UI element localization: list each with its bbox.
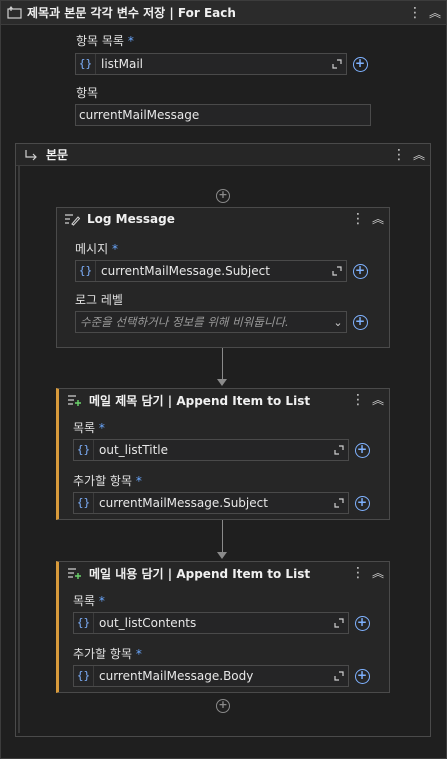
- add-variable-button[interactable]: +: [351, 665, 373, 687]
- append-title-collapse-icon[interactable]: ︽: [367, 394, 389, 406]
- brace-icon: {}: [74, 440, 94, 460]
- list-label-text: 목록: [73, 594, 96, 608]
- log-message-collapse-icon[interactable]: ︽: [367, 213, 389, 225]
- connector-line: [222, 348, 223, 379]
- append-contents-more-icon[interactable]: ⋮: [349, 566, 367, 580]
- brace-icon: {}: [74, 666, 94, 686]
- append-contents-list-value[interactable]: out_listContents: [94, 616, 330, 630]
- log-level-placeholder: 수준을 선택하거나 정보를 위해 비워둡니다.: [80, 315, 289, 329]
- body-more-icon[interactable]: ⋮: [390, 148, 408, 162]
- list-label-text: 목록: [73, 421, 96, 435]
- required-marker: *: [98, 421, 105, 435]
- append-contents-header[interactable]: 메일 내용 담기 | Append Item to List ⋮ ︽: [59, 562, 389, 584]
- foreach-more-icon[interactable]: ⋮: [406, 6, 424, 20]
- brace-icon: {}: [74, 613, 94, 633]
- append-contents-item-field[interactable]: {} currentMailMessage.Body: [73, 665, 349, 687]
- append-contents-title: 메일 내용 담기 | Append Item to List: [89, 566, 311, 581]
- append-contents-item-value[interactable]: currentMailMessage.Body: [94, 669, 330, 683]
- item-label-text: 추가할 항목: [73, 647, 133, 661]
- brace-icon: {}: [76, 261, 96, 281]
- foreach-collapse-icon[interactable]: ︽: [424, 7, 446, 19]
- log-level-label: 로그 레벨: [75, 293, 123, 307]
- brace-icon: {}: [74, 493, 94, 513]
- append-contents-collapse-icon[interactable]: ︽: [367, 567, 389, 579]
- chevron-down-icon[interactable]: ⌄: [330, 317, 346, 328]
- foreach-item-label: 항목: [76, 86, 99, 100]
- add-variable-button[interactable]: +: [349, 260, 371, 282]
- add-activity-icon[interactable]: +: [216, 699, 230, 713]
- append-title-list-value[interactable]: out_listTitle: [94, 443, 330, 457]
- add-variable-button[interactable]: +: [349, 311, 371, 333]
- body-header[interactable]: 본문 ⋮ ︽: [16, 144, 430, 166]
- expand-icon[interactable]: [330, 440, 348, 460]
- plus-circle-icon: +: [354, 615, 370, 631]
- append-contents-item-label: 추가할 항목 *: [73, 645, 142, 662]
- add-variable-button[interactable]: +: [351, 612, 373, 634]
- add-activity-icon[interactable]: +: [216, 189, 230, 203]
- message-label-text: 메시지: [75, 242, 109, 256]
- append-item-icon: [59, 566, 89, 580]
- append-title-item-label: 추가할 항목 *: [73, 472, 142, 489]
- plus-circle-icon: +: [354, 668, 370, 684]
- plus-circle-icon: +: [352, 263, 368, 279]
- expand-icon[interactable]: [330, 666, 348, 686]
- required-marker: *: [135, 647, 142, 661]
- expand-icon[interactable]: [328, 54, 346, 74]
- append-title-header[interactable]: 메일 제목 담기 | Append Item to List ⋮ ︽: [59, 389, 389, 411]
- append-contents-list-field[interactable]: {} out_listContents: [73, 612, 349, 634]
- append-title-list-field[interactable]: {} out_listTitle: [73, 439, 349, 461]
- plus-circle-icon: +: [354, 495, 370, 511]
- foreach-item-value[interactable]: currentMailMessage: [76, 108, 370, 122]
- foreach-title: 제목과 본문 각각 변수 저장 | For Each: [27, 6, 236, 20]
- required-marker: *: [127, 34, 134, 48]
- append-title-list-label: 목록 *: [73, 419, 105, 436]
- log-message-message-field[interactable]: {} currentMailMessage.Subject: [75, 260, 347, 282]
- item-label-text: 추가할 항목: [73, 474, 133, 488]
- connector-line: [222, 520, 223, 552]
- required-marker: *: [111, 242, 118, 256]
- expand-icon[interactable]: [330, 613, 348, 633]
- foreach-list-field[interactable]: {} listMail: [75, 53, 347, 75]
- append-item-icon: [59, 393, 89, 407]
- log-message-header[interactable]: Log Message ⋮ ︽: [57, 208, 389, 230]
- add-variable-button[interactable]: +: [351, 439, 373, 461]
- connector-arrow: [217, 379, 227, 386]
- log-message-message-label: 메시지 *: [75, 240, 118, 257]
- foreach-header[interactable]: 제목과 본문 각각 변수 저장 | For Each ⋮ ︽: [1, 1, 446, 25]
- body-left-rail: [18, 166, 20, 733]
- expand-icon[interactable]: [328, 261, 346, 281]
- append-title-more-icon[interactable]: ⋮: [349, 393, 367, 407]
- add-variable-button[interactable]: +: [349, 53, 371, 75]
- body-title: 본문: [46, 148, 69, 162]
- required-marker: *: [98, 594, 105, 608]
- foreach-list-value[interactable]: listMail: [96, 57, 328, 71]
- append-contents-list-label: 목록 *: [73, 592, 105, 609]
- log-message-message-value[interactable]: currentMailMessage.Subject: [96, 264, 328, 278]
- append-title-item-value[interactable]: currentMailMessage.Subject: [94, 496, 330, 510]
- plus-circle-icon: +: [354, 442, 370, 458]
- plus-circle-icon: +: [352, 314, 368, 330]
- append-title-title: 메일 제목 담기 | Append Item to List: [89, 393, 311, 408]
- log-message-more-icon[interactable]: ⋮: [349, 212, 367, 226]
- log-message-icon: [57, 213, 87, 226]
- foreach-icon: [1, 6, 27, 19]
- log-message-title: Log Message: [87, 212, 175, 226]
- required-marker: *: [135, 474, 142, 488]
- foreach-item-field[interactable]: currentMailMessage: [75, 104, 371, 126]
- append-title-item-field[interactable]: {} currentMailMessage.Subject: [73, 492, 349, 514]
- foreach-list-label-text: 항목 목록: [76, 34, 124, 48]
- log-level-select[interactable]: 수준을 선택하거나 정보를 위해 비워둡니다. ⌄: [75, 311, 347, 333]
- plus-circle-icon: +: [352, 56, 368, 72]
- brace-icon: {}: [76, 54, 96, 74]
- expand-icon[interactable]: [330, 493, 348, 513]
- foreach-list-label: 항목 목록 *: [76, 32, 134, 49]
- body-collapse-icon[interactable]: ︽: [408, 149, 430, 161]
- body-arrow-icon: [16, 149, 46, 161]
- add-variable-button[interactable]: +: [351, 492, 373, 514]
- connector-arrow: [217, 552, 227, 559]
